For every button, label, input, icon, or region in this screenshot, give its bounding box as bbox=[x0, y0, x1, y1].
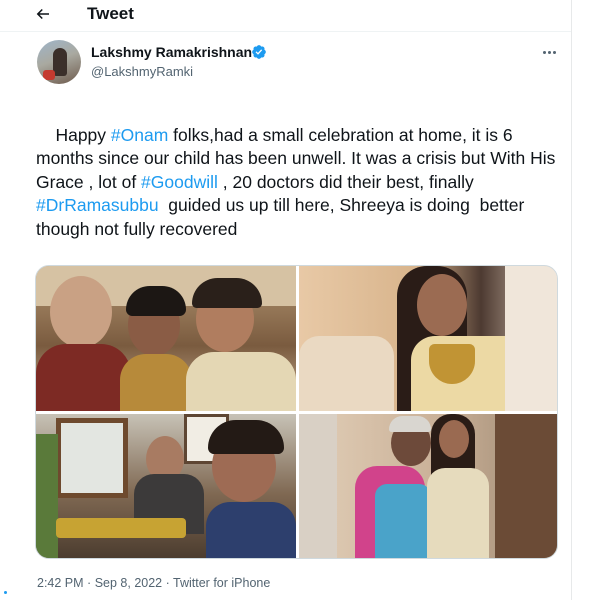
tweet-text-segment: Happy bbox=[55, 124, 111, 145]
photo-girl-saree[interactable] bbox=[299, 266, 557, 411]
header-divider bbox=[0, 31, 571, 32]
hashtag-onam-link[interactable]: #Onam bbox=[111, 125, 168, 145]
column-border bbox=[571, 0, 572, 600]
meta-separator: · bbox=[87, 576, 92, 590]
hashtag-drramasubbu-link[interactable]: #DrRamasubbu bbox=[36, 195, 159, 215]
page-title: Tweet bbox=[87, 4, 134, 23]
tweet-page: Tweet Lakshmy Ramakrishnan @LakshmyRamki… bbox=[0, 0, 600, 600]
verified-badge-icon bbox=[252, 45, 266, 59]
author-name[interactable]: Lakshmy Ramakrishnan bbox=[91, 44, 252, 60]
top-bar: Tweet bbox=[0, 0, 571, 28]
media-grid bbox=[35, 265, 558, 559]
tweet-source-link[interactable]: Twitter for iPhone bbox=[173, 576, 270, 590]
edge-marker bbox=[4, 591, 7, 594]
tweet-date-link[interactable]: Sep 8, 2022 bbox=[95, 576, 162, 590]
tweet-meta: 2:42 PM · Sep 8, 2022 · Twitter for iPho… bbox=[37, 576, 270, 590]
back-button[interactable] bbox=[28, 2, 58, 26]
author-handle[interactable]: @LakshmyRamki bbox=[91, 64, 193, 79]
arrow-left-icon bbox=[36, 8, 49, 20]
tweet-text: Happy #Onam folks,had a small celebratio… bbox=[36, 100, 566, 265]
photo-family-selfie[interactable] bbox=[36, 266, 296, 411]
photo-family-meal[interactable] bbox=[36, 414, 296, 558]
avatar[interactable] bbox=[37, 40, 81, 84]
tweet-time-link[interactable]: 2:42 PM bbox=[37, 576, 84, 590]
more-dots-icon bbox=[542, 50, 546, 54]
more-options-button[interactable] bbox=[538, 44, 560, 60]
hashtag-goodwill-link[interactable]: #Goodwill bbox=[141, 172, 218, 192]
tweet-text-segment: , 20 doctors did their best, finally bbox=[217, 171, 479, 192]
photo-grandmother-girl[interactable] bbox=[299, 414, 557, 558]
meta-separator: · bbox=[165, 576, 170, 590]
